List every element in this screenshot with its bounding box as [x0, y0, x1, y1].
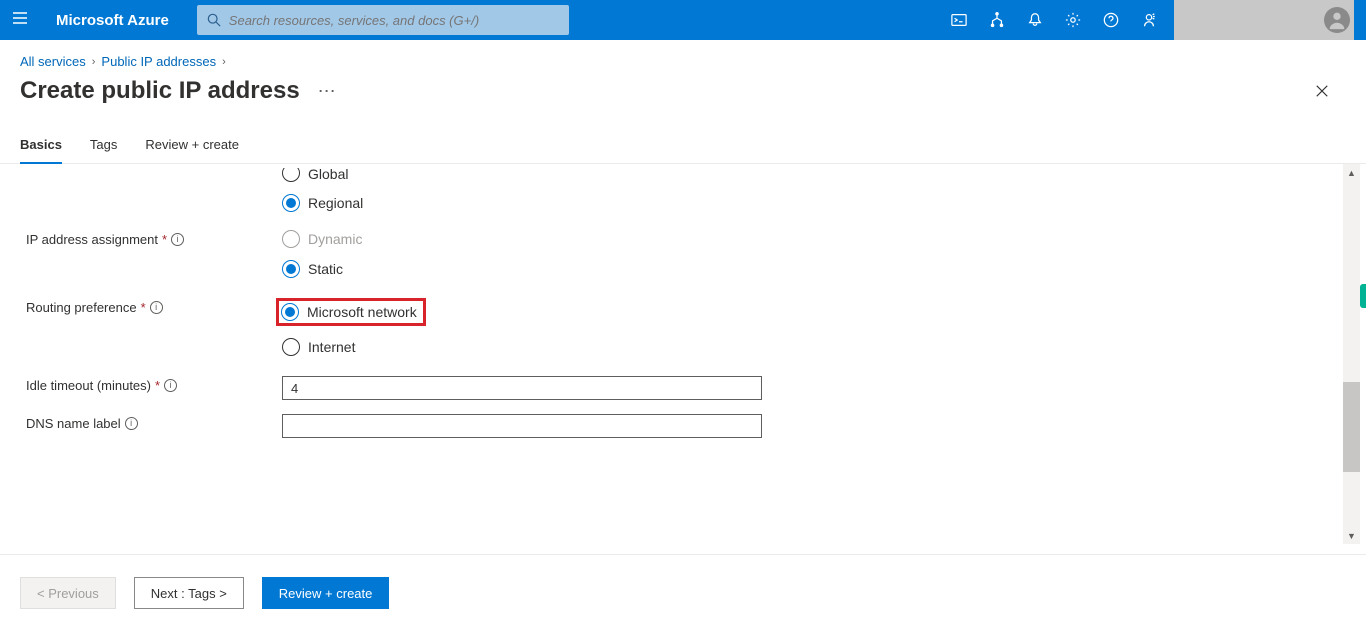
highlight-ms-network: Microsoft network [276, 298, 426, 326]
chevron-right-icon: › [222, 56, 226, 68]
more-actions-icon[interactable]: ⋯ [314, 81, 340, 102]
radio-routing-msnet[interactable]: Microsoft network [281, 303, 417, 321]
form-body: Global Regional IP address assignment * … [0, 164, 1366, 544]
radio-label: Internet [308, 339, 355, 355]
radio-ip-dynamic: Dynamic [282, 230, 362, 248]
dns-name-input[interactable] [282, 414, 762, 438]
label-routing: Routing preference * i [26, 298, 282, 315]
info-icon[interactable]: i [150, 301, 163, 314]
radio-label: Regional [308, 195, 363, 211]
radio-label: Microsoft network [307, 304, 417, 320]
notifications-icon[interactable] [1016, 0, 1054, 40]
info-icon[interactable]: i [125, 417, 138, 430]
breadcrumb-all-services[interactable]: All services [20, 54, 86, 69]
scroll-up-arrow-icon[interactable]: ▲ [1343, 164, 1360, 181]
scrollbar-thumb[interactable] [1343, 382, 1360, 472]
tab-basics[interactable]: Basics [20, 137, 62, 164]
radio-ip-static[interactable]: Static [282, 260, 362, 278]
scroll-down-arrow-icon[interactable]: ▼ [1343, 527, 1360, 544]
close-blade-button[interactable] [1306, 75, 1338, 107]
cloud-shell-icon[interactable] [940, 0, 978, 40]
radio-tier-global[interactable]: Global [282, 168, 363, 182]
chevron-right-icon: › [92, 56, 96, 68]
account-panel[interactable] [1174, 0, 1354, 40]
search-icon [207, 13, 221, 27]
search-input[interactable] [229, 13, 560, 28]
radio-tier-regional[interactable]: Regional [282, 194, 363, 212]
footer-bar: < Previous Next : Tags > Review + create [0, 555, 1366, 625]
radio-routing-internet[interactable]: Internet [282, 338, 426, 356]
page-title: Create public IP address [20, 77, 300, 105]
tab-tags[interactable]: Tags [90, 137, 117, 164]
label-dns: DNS name label i [26, 414, 282, 431]
label-idle-timeout: Idle timeout (minutes) * i [26, 376, 282, 393]
title-row: Create public IP address ⋯ [0, 73, 1366, 107]
help-icon[interactable] [1092, 0, 1130, 40]
previous-button: < Previous [20, 577, 116, 609]
avatar [1324, 7, 1350, 33]
scrollbar[interactable]: ▲ ▼ [1343, 164, 1360, 544]
hamburger-icon[interactable] [12, 10, 28, 31]
top-header: Microsoft Azure [0, 0, 1366, 40]
tab-bar: Basics Tags Review + create [0, 107, 1366, 164]
radio-label: Global [308, 168, 348, 182]
tab-review-create[interactable]: Review + create [145, 137, 239, 164]
side-feedback-tab[interactable] [1360, 284, 1366, 308]
label-ip-assignment: IP address assignment * i [26, 230, 282, 247]
radio-label: Static [308, 261, 343, 277]
global-search[interactable] [197, 5, 570, 35]
info-icon[interactable]: i [164, 379, 177, 392]
breadcrumb: All services › Public IP addresses › [0, 40, 1366, 73]
header-icon-bar [940, 0, 1168, 40]
next-button[interactable]: Next : Tags > [134, 577, 244, 609]
directories-icon[interactable] [978, 0, 1016, 40]
review-create-button[interactable]: Review + create [262, 577, 390, 609]
feedback-icon[interactable] [1130, 0, 1168, 40]
radio-label: Dynamic [308, 231, 362, 247]
idle-timeout-input[interactable] [282, 376, 762, 400]
brand-label[interactable]: Microsoft Azure [56, 12, 169, 29]
settings-gear-icon[interactable] [1054, 0, 1092, 40]
info-icon[interactable]: i [171, 233, 184, 246]
breadcrumb-public-ip[interactable]: Public IP addresses [101, 54, 216, 69]
